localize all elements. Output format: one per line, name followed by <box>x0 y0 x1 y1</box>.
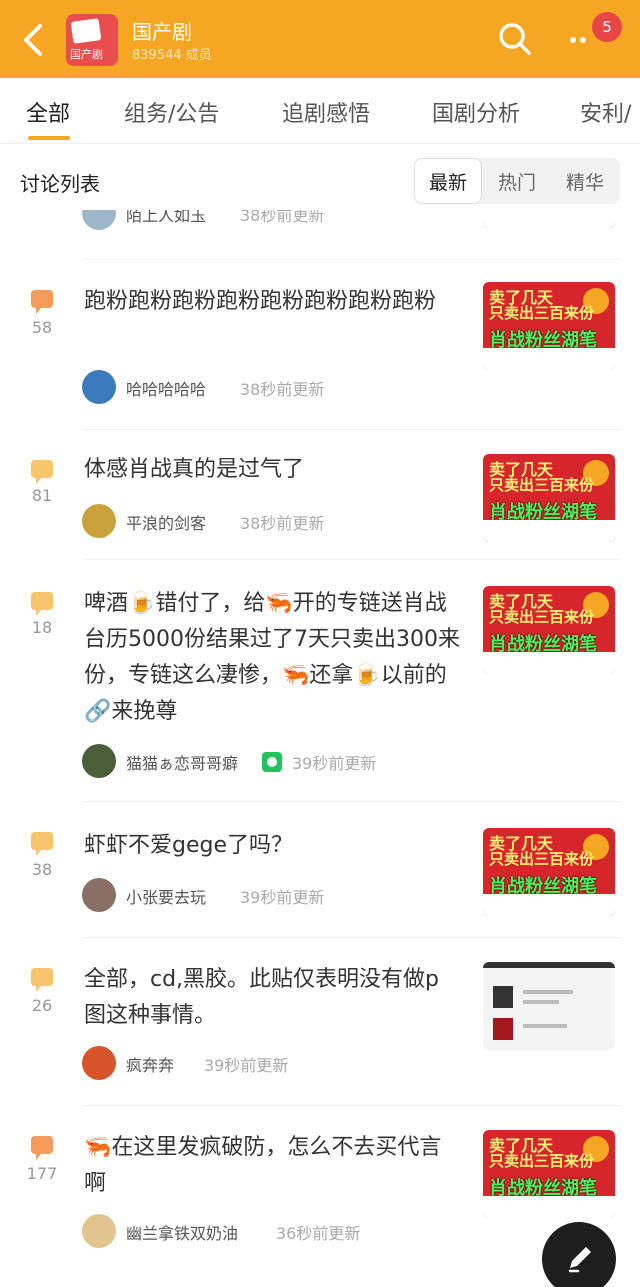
comment-icon <box>31 592 53 616</box>
discussion-list-title: 讨论列表 <box>20 172 100 196</box>
avatar <box>82 878 116 912</box>
comment-icon <box>31 290 53 314</box>
post-thumbnail: 卖了几天 只卖出三百来份 肖战粉丝湖笔 <box>483 282 615 370</box>
post-thumbnail <box>483 962 615 1050</box>
list-item[interactable]: 81 体感肖战真的是过气了 平浪的剑客 38秒前更新 卖了几天 只卖出三百来份 … <box>0 430 640 560</box>
discussion-list: 陌上人如玉 38秒前更新 58 跑粉跑粉跑粉跑粉跑粉跑粉跑粉跑粉 哈哈哈哈哈 3… <box>0 210 640 1287</box>
comment-count: 81 <box>31 486 53 505</box>
post-thumbnail <box>483 210 615 228</box>
author-name: 陌上人如玉 <box>126 210 207 225</box>
author-name: 平浪的剑客 <box>126 514 207 533</box>
author-name: 猫猫ぁ恋哥哥癖 <box>126 754 239 773</box>
author-name: 疯奔奔 <box>126 1056 175 1075</box>
post-thumbnail: 卖了几天 只卖出三百来份 肖战粉丝湖笔 <box>483 454 615 542</box>
comment-count: 58 <box>31 318 53 337</box>
update-time: 38秒前更新 <box>240 380 325 399</box>
author-name: 小张要去玩 <box>126 888 207 907</box>
comment-count: 18 <box>31 618 53 637</box>
list-item[interactable]: 38 虾虾不爱gege了吗？ 小张要去玩 39秒前更新 卖了几天 只卖出三百来份… <box>0 802 640 938</box>
search-icon[interactable] <box>496 20 534 58</box>
comment-count: 177 <box>26 1164 58 1183</box>
notification-badge: 5 <box>592 12 622 42</box>
update-time: 36秒前更新 <box>276 1224 361 1243</box>
avatar <box>82 210 116 230</box>
compose-post-button[interactable] <box>542 1222 616 1287</box>
category-tabs: 全部 组务/公告 追剧感悟 国剧分析 安利/ <box>0 78 640 144</box>
post-thumbnail: 卖了几天 只卖出三百来份 肖战粉丝湖笔 <box>483 586 615 674</box>
post-title[interactable]: 跑粉跑粉跑粉跑粉跑粉跑粉跑粉跑粉 <box>84 284 460 320</box>
tab-drama-analysis[interactable]: 国剧分析 <box>432 96 520 128</box>
tab-all[interactable]: 全部 <box>26 96 70 128</box>
post-title[interactable]: 体感肖战真的是过气了 <box>84 452 460 488</box>
comment-icon <box>31 832 53 856</box>
back-icon[interactable] <box>18 22 48 58</box>
comment-count: 38 <box>31 860 53 879</box>
update-time: 39秒前更新 <box>292 754 377 773</box>
comment-icon <box>31 1136 53 1160</box>
avatar <box>82 744 116 778</box>
post-title[interactable]: 虾虾不爱gege了吗？ <box>84 828 460 864</box>
list-item[interactable]: 陌上人如玉 38秒前更新 <box>0 210 640 260</box>
comment-icon <box>31 968 53 992</box>
pencil-icon <box>568 1247 591 1273</box>
comment-count: 26 <box>31 996 53 1015</box>
tab-drama-thoughts[interactable]: 追剧感悟 <box>282 96 370 128</box>
group-member-count: 839544 成员 <box>132 48 212 63</box>
sort-latest-button[interactable]: 最新 <box>414 158 482 204</box>
sort-switcher: 最新 热门 精华 <box>414 158 620 204</box>
group-avatar[interactable]: 国产剧 <box>66 14 118 66</box>
comment-icon <box>31 460 53 484</box>
post-title[interactable]: 全部，cd,黑胶。此贴仅表明没有做p图这种事情。 <box>84 962 460 1034</box>
top-bar: 国产剧 国产剧 839544 成员 5 <box>0 0 640 78</box>
post-title[interactable]: 啤酒🍺错付了，给🦐开的专链送肖战台历5000份结果过了7天只卖出300来份，专链… <box>84 586 460 730</box>
post-thumbnail: 卖了几天 只卖出三百来份 肖战粉丝湖笔 <box>483 828 615 916</box>
post-thumbnail: 卖了几天 只卖出三百来份 肖战粉丝湖笔 <box>483 1130 615 1218</box>
group-name[interactable]: 国产剧 <box>132 16 192 45</box>
update-time: 39秒前更新 <box>204 1056 289 1075</box>
sort-featured-button[interactable]: 精华 <box>552 158 618 204</box>
list-item[interactable]: 26 全部，cd,黑胶。此贴仅表明没有做p图这种事情。 疯奔奔 39秒前更新 <box>0 938 640 1106</box>
list-item[interactable]: 18 啤酒🍺错付了，给🦐开的专链送肖战台历5000份结果过了7天只卖出300来份… <box>0 560 640 802</box>
wechat-icon <box>262 752 282 772</box>
avatar <box>82 504 116 538</box>
tab-recommend[interactable]: 安利/ <box>580 96 631 128</box>
update-time: 39秒前更新 <box>240 888 325 907</box>
update-time: 38秒前更新 <box>240 514 325 533</box>
author-name: 哈哈哈哈哈 <box>126 380 207 399</box>
avatar <box>82 1214 116 1248</box>
list-item[interactable]: 58 跑粉跑粉跑粉跑粉跑粉跑粉跑粉跑粉 哈哈哈哈哈 38秒前更新 卖了几天 只卖… <box>0 260 640 430</box>
tab-announcements[interactable]: 组务/公告 <box>124 96 219 128</box>
update-time: 38秒前更新 <box>240 210 325 225</box>
post-title[interactable]: 🦐在这里发疯破防，怎么不去买代言啊 <box>84 1130 460 1202</box>
author-name: 幽兰拿铁双奶油 <box>126 1224 239 1243</box>
avatar <box>82 1046 116 1080</box>
avatar <box>82 370 116 404</box>
active-tab-indicator <box>28 136 70 140</box>
sort-hot-button[interactable]: 热门 <box>484 158 550 204</box>
